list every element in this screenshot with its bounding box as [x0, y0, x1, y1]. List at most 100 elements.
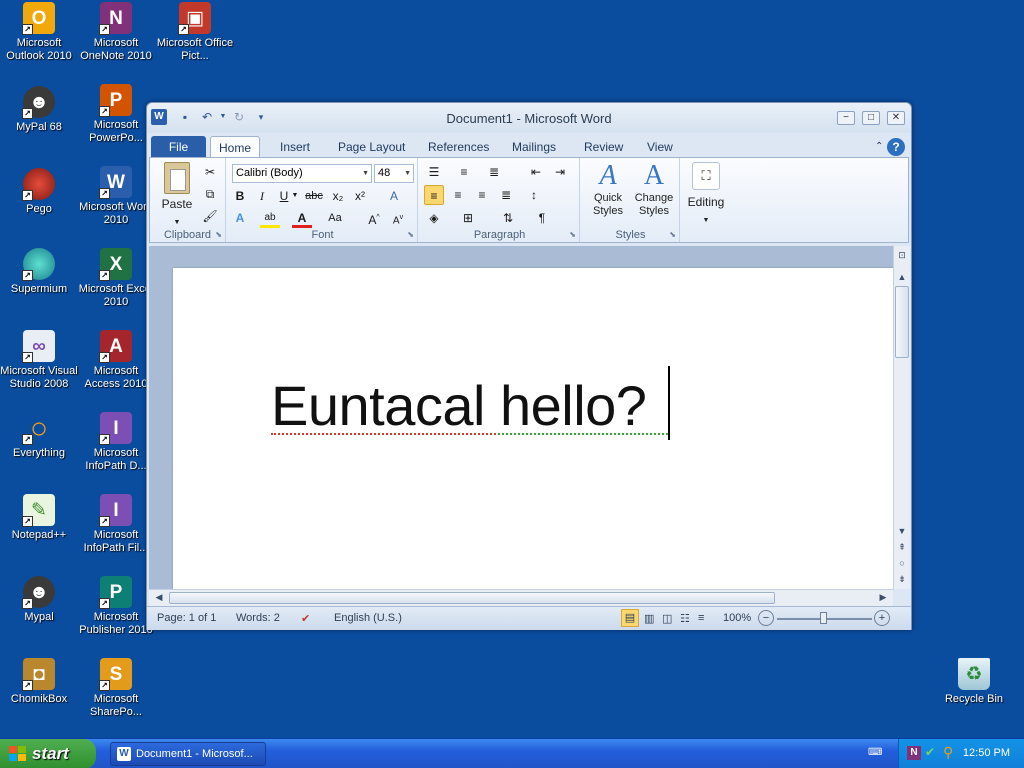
desktop-icon-notepadpp[interactable]: ✎ ↗ Notepad++: [0, 494, 78, 542]
zoom-in-button[interactable]: +: [874, 610, 890, 626]
word-count[interactable]: Words: 2: [236, 612, 280, 624]
language[interactable]: English (U.S.): [334, 612, 402, 624]
text-effects-icon[interactable]: A: [230, 208, 250, 228]
desktop-icon-pego[interactable]: ↗ Pego: [0, 168, 78, 216]
shrink-font-icon[interactable]: Av: [388, 208, 408, 228]
line-spacing-icon[interactable]: ↕: [524, 185, 544, 205]
highlight-color-icon[interactable]: ab: [260, 208, 280, 228]
scroll-down-arrow[interactable]: ▼: [894, 526, 910, 536]
desktop-icon-access[interactable]: A ↗ Microsoft Access 2010: [77, 330, 155, 391]
clock[interactable]: 12:50 PM: [963, 747, 1010, 759]
desktop-icon-visual-studio[interactable]: ∞ ↗ Microsoft Visual Studio 2008: [0, 330, 78, 391]
tab-insert[interactable]: Insert: [272, 136, 318, 158]
horizontal-scrollbar[interactable]: ◀ ▶: [149, 589, 893, 606]
shading-icon[interactable]: ◈: [424, 208, 444, 228]
editing-button[interactable]: ⛶ Editing ▼: [684, 162, 728, 229]
change-case-icon[interactable]: Aa: [322, 208, 348, 228]
desktop-icon-outlook[interactable]: O ↗ Microsoft Outlook 2010: [0, 2, 78, 63]
full-screen-reading-icon[interactable]: ▥: [644, 612, 654, 625]
horizontal-scroll-thumb[interactable]: [169, 592, 775, 604]
format-painter-icon[interactable]: 🖌: [200, 206, 220, 226]
font-launcher-icon[interactable]: ⬊: [407, 230, 414, 239]
desktop-icon-word[interactable]: W ↗ Microsoft Word 2010: [77, 166, 155, 227]
desktop-icon-mypal[interactable]: ☻ ↗ Mypal: [0, 576, 78, 624]
desktop-icon-mypal68[interactable]: ☻ ↗ MyPal 68: [0, 86, 78, 134]
superscript-button[interactable]: x²: [350, 186, 370, 206]
page-count[interactable]: Page: 1 of 1: [157, 612, 216, 624]
zoom-slider-thumb[interactable]: [820, 612, 827, 624]
title-bar[interactable]: W ▪ ↶ ▼ ↻ ▾ Document1 - Microsoft Word −…: [147, 103, 911, 133]
taskbar-word-button[interactable]: W Document1 - Microsof...: [110, 742, 266, 766]
zoom-out-button[interactable]: −: [758, 610, 774, 626]
desktop-icon-chomikbox[interactable]: ◘ ↗ ChomikBox: [0, 658, 78, 706]
desktop-icon-infopath-filler[interactable]: I ↗ Microsoft InfoPath Fil...: [77, 494, 155, 555]
tab-page-layout[interactable]: Page Layout: [330, 136, 413, 158]
print-layout-view-icon[interactable]: ▤: [621, 609, 639, 627]
desktop-icon-supermium[interactable]: ↗ Supermium: [0, 248, 78, 296]
vertical-scrollbar[interactable]: ⊡ ▲ ▼ ⇞ ○ ⇟: [893, 246, 910, 589]
show-formatting-icon[interactable]: ¶: [532, 208, 552, 228]
bold-button[interactable]: B: [230, 186, 250, 206]
italic-button[interactable]: I: [252, 186, 272, 206]
ruler-toggle-icon[interactable]: ⊡: [894, 250, 910, 261]
change-styles-button[interactable]: A Change Styles: [632, 160, 676, 218]
maximize-button[interactable]: □: [862, 111, 880, 125]
desktop-icon-everything[interactable]: ○ ↗ Everything: [0, 412, 78, 460]
styles-launcher-icon[interactable]: ⬊: [669, 230, 676, 239]
sort-icon[interactable]: ⇅: [498, 208, 518, 228]
select-browse-object-icon[interactable]: ○: [894, 558, 910, 568]
tab-review[interactable]: Review: [576, 136, 631, 158]
font-color-icon[interactable]: A: [292, 208, 312, 228]
close-button[interactable]: ✕: [887, 111, 905, 125]
desktop-icon-infopath-designer[interactable]: I ↗ Microsoft InfoPath D...: [77, 412, 155, 473]
desktop-icon-sharepoint[interactable]: S ↗ Microsoft SharePo...: [77, 658, 155, 719]
align-right-button[interactable]: ≡: [472, 185, 492, 205]
clipboard-launcher-icon[interactable]: ⬊: [215, 230, 222, 239]
tab-view[interactable]: View: [639, 136, 681, 158]
desktop-icon-publisher[interactable]: P ↗ Microsoft Publisher 2010: [77, 576, 155, 637]
desktop-icon-picture-manager[interactable]: ▣ ↗ Microsoft Office Pict...: [156, 2, 234, 63]
scroll-left-arrow[interactable]: ◀: [151, 592, 167, 603]
network-tray-icon[interactable]: ✔: [925, 745, 935, 759]
document-text[interactable]: Euntacal hello?: [271, 373, 647, 438]
web-layout-icon[interactable]: ◫: [662, 612, 672, 625]
word-window[interactable]: W ▪ ↶ ▼ ↻ ▾ Document1 - Microsoft Word −…: [146, 102, 912, 630]
keyboard-icon[interactable]: ⌨: [868, 747, 882, 759]
strikethrough-button[interactable]: abc: [304, 186, 324, 206]
desktop-icon-powerpoint[interactable]: P ↗ Microsoft PowerPo...: [77, 84, 155, 145]
next-page-icon[interactable]: ⇟: [894, 574, 910, 585]
tab-file[interactable]: File: [151, 136, 206, 158]
minimize-button[interactable]: −: [837, 111, 855, 125]
font-size-select[interactable]: 48 ▼: [374, 164, 414, 183]
clear-formatting-icon[interactable]: A: [384, 186, 404, 206]
cut-icon[interactable]: ✂: [200, 162, 220, 182]
bullets-icon[interactable]: ☰: [424, 162, 444, 182]
paste-button[interactable]: Paste ▼: [156, 162, 198, 226]
increase-indent-icon[interactable]: ⇥: [550, 162, 570, 182]
previous-page-icon[interactable]: ⇞: [894, 542, 910, 553]
numbering-icon[interactable]: ≡: [454, 162, 474, 182]
start-button[interactable]: start: [0, 739, 96, 768]
draft-view-icon[interactable]: ≡: [698, 612, 704, 624]
desktop-icon-recycle-bin[interactable]: ♻ Recycle Bin: [935, 658, 1013, 706]
align-left-button[interactable]: ≡: [424, 185, 444, 205]
quick-styles-button[interactable]: A Quick Styles: [586, 160, 630, 218]
zoom-level[interactable]: 100%: [723, 612, 751, 624]
justify-button[interactable]: ≣: [496, 185, 516, 205]
paragraph-launcher-icon[interactable]: ⬊: [569, 230, 576, 239]
search-tray-icon[interactable]: ⚲: [943, 744, 953, 761]
subscript-button[interactable]: x₂: [328, 186, 348, 206]
desktop-icon-excel[interactable]: X ↗ Microsoft Excel 2010: [77, 248, 155, 309]
desktop-icon-onenote[interactable]: N ↗ Microsoft OneNote 2010: [77, 2, 155, 63]
outline-view-icon[interactable]: ☷: [680, 612, 690, 625]
decrease-indent-icon[interactable]: ⇤: [526, 162, 546, 182]
tab-home[interactable]: Home: [210, 136, 261, 158]
multilevel-list-icon[interactable]: ≣: [484, 162, 504, 182]
document-page[interactable]: Euntacal hello?: [173, 268, 893, 589]
scroll-right-arrow[interactable]: ▶: [875, 592, 891, 603]
underline-dropdown-icon[interactable]: ▼: [290, 186, 300, 206]
grow-font-icon[interactable]: A^: [364, 208, 384, 228]
font-family-select[interactable]: Calibri (Body) ▼: [232, 164, 372, 183]
onenote-tray-icon[interactable]: N: [907, 746, 921, 760]
tab-references[interactable]: References: [420, 136, 497, 158]
